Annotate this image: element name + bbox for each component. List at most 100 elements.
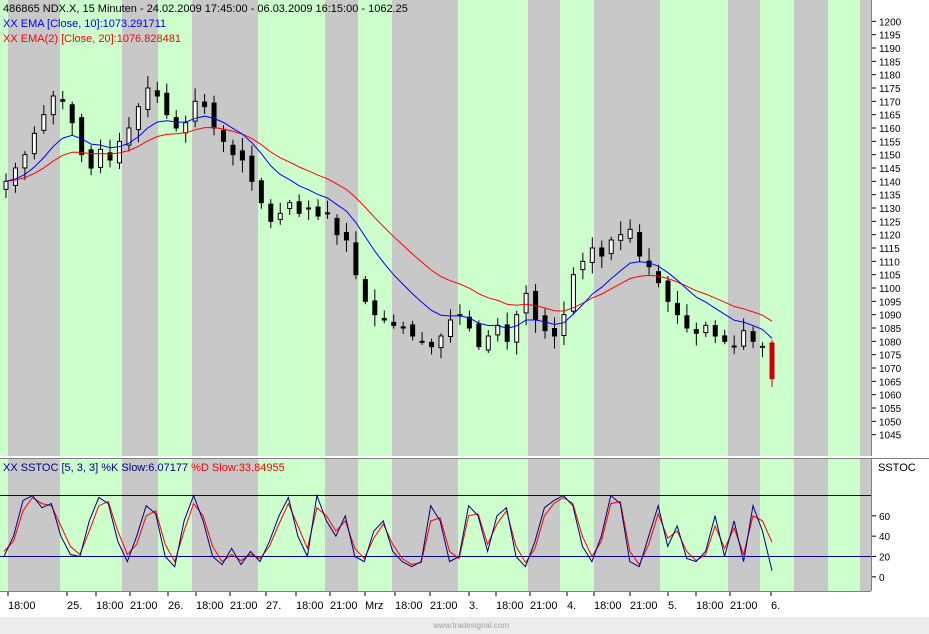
session-band xyxy=(292,0,325,456)
candle-body xyxy=(326,213,330,214)
time-tick-label: 21:00 xyxy=(630,600,658,612)
price-tick-label: 1100 xyxy=(879,284,901,295)
candle-body xyxy=(600,248,604,256)
candle-body xyxy=(231,145,235,154)
candle-body xyxy=(155,91,159,96)
price-tick-label: 1185 xyxy=(879,57,901,68)
session-band xyxy=(192,459,228,591)
time-tick-label: 4. xyxy=(567,600,576,612)
price-tick-label: 1190 xyxy=(879,44,901,55)
price-tick-label: 1085 xyxy=(879,324,902,335)
candle-body xyxy=(694,330,698,334)
candle-body xyxy=(751,332,755,342)
session-band xyxy=(860,0,871,456)
time-tick-label: 18:00 xyxy=(594,600,622,612)
price-tick-label: 1070 xyxy=(879,364,902,375)
time-axis[interactable]: 18:0025.18:0021:0026.18:0021:0027.18:002… xyxy=(0,591,871,618)
session-band xyxy=(258,0,292,456)
candle-body xyxy=(713,325,717,336)
price-tick-label: 1140 xyxy=(879,177,901,188)
candle-body xyxy=(477,324,481,347)
session-band xyxy=(122,0,158,456)
time-tick-label: 27. xyxy=(266,600,281,612)
session-band xyxy=(760,459,794,591)
time-tick-label: 21:00 xyxy=(730,600,758,612)
candle-body xyxy=(212,103,216,128)
candle-body xyxy=(278,213,282,219)
candle-body xyxy=(448,320,452,337)
candle-body xyxy=(647,261,651,267)
candle-body xyxy=(51,96,55,115)
session-band xyxy=(760,0,794,456)
time-tick-label: 18:00 xyxy=(696,600,724,612)
session-band xyxy=(0,0,8,456)
price-tick-label: 1135 xyxy=(879,191,901,202)
session-band xyxy=(228,0,258,456)
candle-body xyxy=(344,233,348,240)
candle-body xyxy=(335,218,339,234)
session-band xyxy=(94,459,122,591)
candle-body xyxy=(23,155,27,168)
k-slow-label: %K Slow:6.07177 xyxy=(101,462,188,474)
price-tick-label: 1120 xyxy=(879,231,901,242)
price-chart-pane[interactable]: 486865 NDX.X, 15 Minuten - 24.02.2009 17… xyxy=(0,0,872,456)
candle-body xyxy=(723,336,727,341)
session-band xyxy=(628,0,660,456)
session-band xyxy=(828,0,860,456)
price-chart-canvas[interactable] xyxy=(0,0,871,456)
price-tick-label: 1175 xyxy=(879,84,901,95)
session-band xyxy=(428,0,458,456)
time-tick-label: 21:00 xyxy=(230,600,258,612)
candle-body xyxy=(269,204,273,221)
candle-body xyxy=(240,151,244,160)
price-axis-ticks: 1045105010551060106510701075108010851090… xyxy=(872,0,929,456)
candle-body xyxy=(543,316,547,331)
session-band xyxy=(0,459,8,591)
stochastic-tick-label: 60 xyxy=(879,512,891,523)
price-axis[interactable]: 1045105010551060106510701075108010851090… xyxy=(872,0,929,456)
candle-body xyxy=(146,88,150,109)
candle-body xyxy=(524,293,528,313)
session-band xyxy=(528,459,560,591)
candle-body xyxy=(42,115,46,131)
candle-body xyxy=(761,346,765,347)
candle-body xyxy=(316,207,320,216)
candle-body xyxy=(80,118,84,155)
stochastic-pane[interactable]: XX SSTOC [5, 3, 3] %K Slow:6.07177 %D Sl… xyxy=(0,458,872,591)
session-band xyxy=(8,459,42,591)
time-tick-label: 18:00 xyxy=(296,600,324,612)
price-tick-label: 1105 xyxy=(879,271,901,282)
candle-body xyxy=(742,331,746,346)
price-tick-label: 1200 xyxy=(879,17,902,28)
price-tick-label: 1180 xyxy=(879,71,901,82)
stochastic-tick-label: 0 xyxy=(879,573,885,584)
stochastic-canvas[interactable] xyxy=(0,459,871,591)
session-band xyxy=(325,0,358,456)
candle-body xyxy=(392,322,396,325)
session-band xyxy=(8,0,42,456)
price-tick-label: 1090 xyxy=(879,311,902,322)
price-tick-label: 1150 xyxy=(879,151,901,162)
price-tick-label: 1095 xyxy=(879,297,902,308)
session-band xyxy=(794,0,828,456)
candle-body xyxy=(250,156,254,181)
stochastic-axis[interactable]: SSTOC 0204060 xyxy=(872,458,929,591)
candle-body xyxy=(505,325,509,341)
price-tick-label: 1160 xyxy=(879,124,901,135)
candle-body xyxy=(174,118,178,128)
stochastic-legend-prefix: XX SSTOC [5, 3, 3] xyxy=(3,462,101,474)
candle-body xyxy=(354,243,358,275)
stochastic-tick-label: 40 xyxy=(879,532,891,543)
candle-body xyxy=(288,203,292,209)
candle-body xyxy=(657,272,661,283)
price-tick-label: 1195 xyxy=(879,31,901,42)
session-band xyxy=(94,0,122,456)
candle-body xyxy=(515,315,519,343)
candle-body xyxy=(259,181,263,203)
time-tick-label: 3. xyxy=(469,600,478,612)
session-band xyxy=(42,0,60,456)
time-tick-label: 21:00 xyxy=(130,600,158,612)
candle-body xyxy=(628,229,632,238)
session-band xyxy=(228,459,258,591)
candle-body xyxy=(99,149,103,167)
